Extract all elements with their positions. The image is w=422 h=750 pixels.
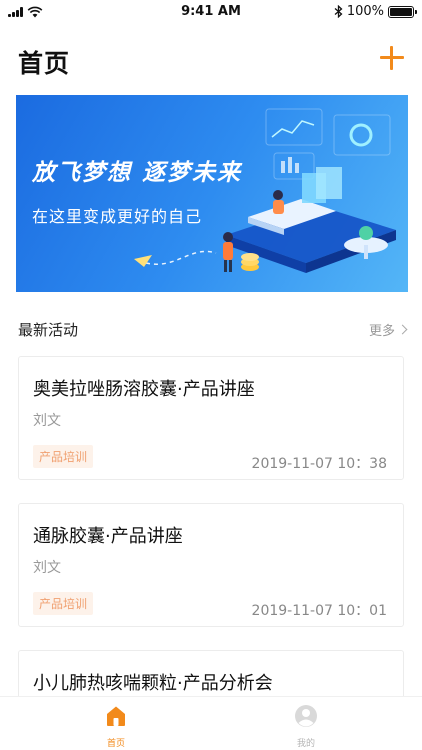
tab-home-label: 首页 <box>106 739 125 749</box>
bluetooth-icon <box>334 5 343 18</box>
activity-card[interactable]: 通脉胶囊·产品讲座 刘文 产品培训 2019-11-07 10：01 <box>18 503 404 627</box>
section-title: 最新活动 <box>18 321 79 339</box>
user-icon <box>295 705 317 727</box>
more-label: 更多 <box>368 324 395 339</box>
banner-illustration <box>134 108 396 273</box>
banner-title: 放飞梦想 逐梦未来 <box>32 160 243 186</box>
latest-activities-header: 最新活动 更多 <box>0 315 422 345</box>
activity-title: 通脉胶囊·产品讲座 <box>33 526 183 547</box>
tab-home[interactable]: 首页 <box>86 703 146 749</box>
promo-banner[interactable]: 放飞梦想 逐梦未来 在这里变成更好的自己 <box>16 95 408 292</box>
page-title: 首页 <box>18 49 71 78</box>
page-header: 首页 <box>0 30 422 90</box>
add-button[interactable] <box>378 44 406 72</box>
chevron-right-icon <box>397 324 408 335</box>
activity-card[interactable]: 奥美拉唑肠溶胶囊·产品讲座 刘文 产品培训 2019-11-07 10：38 <box>18 356 404 480</box>
activity-title: 小儿肺热咳喘颗粒·产品分析会 <box>33 673 273 694</box>
banner-subtitle: 在这里变成更好的自己 <box>32 207 203 226</box>
battery-percent: 100% <box>346 4 384 19</box>
activity-author: 刘文 <box>33 413 61 429</box>
status-bar: 9:41 AM 100% <box>0 0 422 26</box>
tab-mine[interactable]: 我的 <box>276 703 336 749</box>
tab-mine-label: 我的 <box>296 739 315 749</box>
activity-tag: 产品培训 <box>33 592 94 615</box>
activity-title: 奥美拉唑肠溶胶囊·产品讲座 <box>33 379 255 400</box>
more-link[interactable]: 更多 <box>368 320 408 339</box>
battery-icon <box>388 5 417 18</box>
tab-bar: 首页 我的 <box>0 696 422 750</box>
activity-time: 2019-11-07 10：01 <box>251 603 387 619</box>
activity-time: 2019-11-07 10：38 <box>251 456 387 472</box>
home-icon <box>107 706 125 726</box>
activity-tag: 产品培训 <box>33 445 94 468</box>
status-right: 100% <box>334 4 417 19</box>
activity-author: 刘文 <box>33 560 61 576</box>
